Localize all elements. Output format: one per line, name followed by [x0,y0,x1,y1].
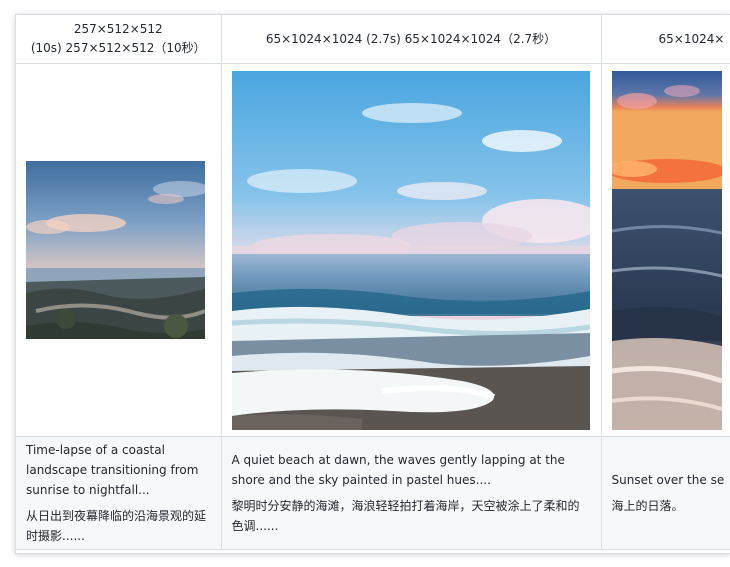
video-comparison-table: 257×512×512 (10s) 257×512×512（10秒） 65×10… [16,15,730,550]
header-row: 257×512×512 (10s) 257×512×512（10秒） 65×10… [16,15,730,64]
video-thumbnail-beach-dawn[interactable] [231,70,590,430]
caption-cell-1: Time-lapse of a coastal landscape transi… [16,436,222,550]
media-cell-2 [220,63,602,437]
column-header-2-line1: 65×1024×1024 (2.7s) 65×1024×1024（2.7秒） [265,31,557,46]
caption-en-1: Time-lapse of a coastal landscape transi… [26,443,199,497]
video-comparison-card: 257×512×512 (10s) 257×512×512（10秒） 65×10… [15,14,730,554]
caption-en-3: Sunset over the se [611,473,725,487]
caption-zh-3: 海上的日落。 [611,499,684,513]
column-header-1-line2: (10s) 257×512×512（10秒） [30,41,206,55]
media-row [16,63,730,437]
video-thumbnail-sunset-sea[interactable] [611,70,722,430]
column-header-3-line1: 65×1024× [658,31,725,46]
video-thumbnail-coastal-timelapse[interactable] [26,161,205,339]
caption-cell-2: A quiet beach at dawn, the waves gently … [220,436,602,550]
media-cell-1 [16,63,222,437]
caption-zh-2: 黎明时分安静的海滩，海浪轻轻拍打着海岸，天空被涂上了柔和的色调...... [231,499,580,533]
caption-row: Time-lapse of a coastal landscape transi… [16,436,730,550]
column-header-3: 65×1024× [600,15,730,64]
media-cell-3 [600,63,730,437]
column-header-2: 65×1024×1024 (2.7s) 65×1024×1024（2.7秒） [220,15,602,64]
column-header-1: 257×512×512 (10s) 257×512×512（10秒） [16,15,222,64]
caption-cell-3: Sunset over the se 海上的日落。 [600,436,730,550]
column-header-1-line1: 257×512×512 [73,22,163,36]
caption-zh-1: 从日出到夜幕降临的沿海景观的延时摄影...... [26,509,207,543]
caption-en-2: A quiet beach at dawn, the waves gently … [231,453,565,487]
